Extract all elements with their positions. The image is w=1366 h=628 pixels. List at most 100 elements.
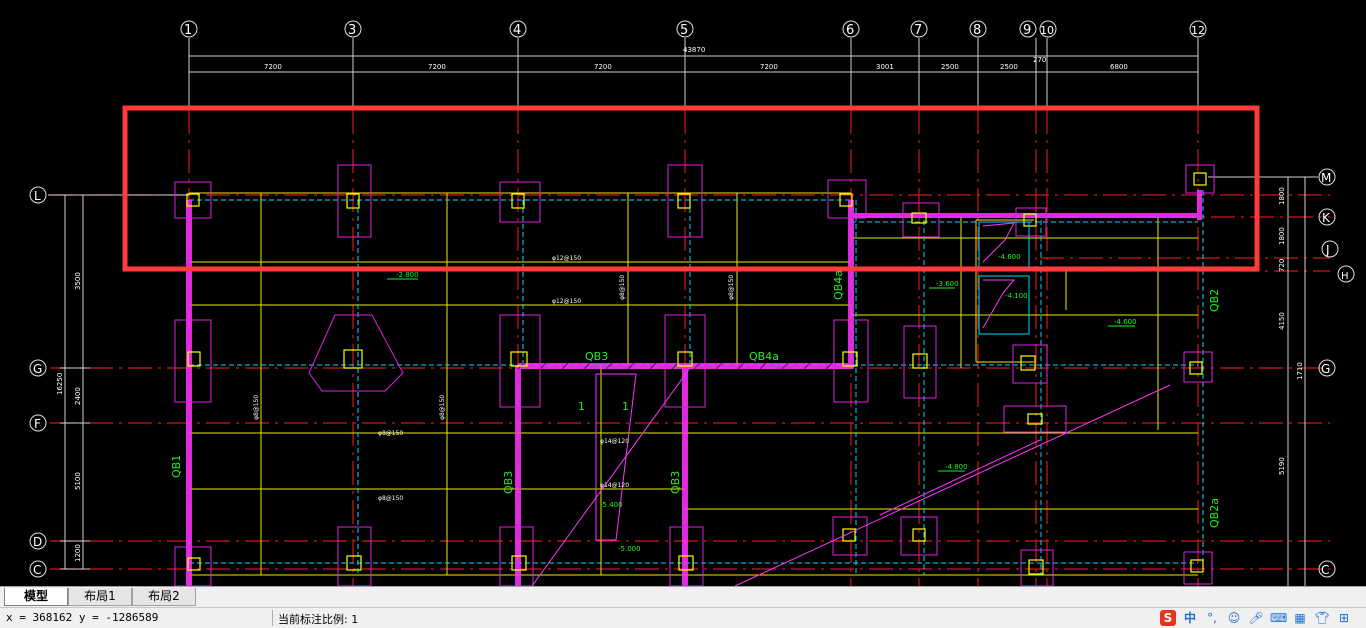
- axis-letter: C: [1321, 563, 1329, 577]
- section-mark: 1: [622, 400, 629, 413]
- elevation: -4.800: [945, 463, 968, 471]
- dim: 270: [1033, 56, 1046, 64]
- beam-label: QB4a: [832, 270, 845, 300]
- beam-label: QB3: [585, 350, 608, 363]
- elevation: -5.000: [618, 545, 641, 553]
- rebar-note: φ8@150: [439, 395, 446, 420]
- annotation-scale-label[interactable]: 当前标注比例: 1: [278, 611, 358, 627]
- highlight-box: [122, 105, 1260, 272]
- axis-letter: L: [34, 189, 41, 203]
- tab-layout1[interactable]: 布局1: [68, 588, 132, 606]
- rebar-note: φ14@120: [600, 438, 629, 445]
- right-dimension-text: 1800 1800 720 4150 1710 5190: [1278, 187, 1304, 475]
- axis-number: 5: [680, 23, 688, 38]
- axis-letter: C: [33, 563, 41, 577]
- axis-letter: K: [1322, 211, 1331, 225]
- axis-letter: H: [1341, 271, 1349, 282]
- right-dimension-lines: [1208, 176, 1318, 586]
- dim: 5100: [74, 472, 82, 490]
- punctuation-icon[interactable]: °,: [1204, 610, 1220, 626]
- dim: 1710: [1296, 362, 1304, 380]
- elevation-marks: -2.800 -3.600 -4.600 -4.100 -4.600 -5.40…: [387, 253, 1137, 553]
- rebar-note: φ12@150: [552, 298, 581, 305]
- skin-icon[interactable]: 👕︎: [1314, 610, 1330, 626]
- dim: 7200: [428, 63, 446, 71]
- axis-number: 7: [914, 23, 922, 38]
- status-bar: x = 368162 y = -1286589 当前标注比例: 1 S 中 °,…: [0, 607, 1366, 628]
- tab-model[interactable]: 模型: [4, 588, 68, 606]
- rebar-note: φ8@150: [728, 275, 735, 300]
- column-pedestals: [174, 164, 1215, 586]
- rebar-note: φ8@150: [619, 275, 626, 300]
- cursor-coordinates: x = 368162 y = -1286589: [6, 611, 159, 624]
- dim: 4150: [1278, 312, 1286, 330]
- axis-letter: M: [1321, 171, 1331, 185]
- grid-menu-icon[interactable]: ⊞: [1336, 610, 1352, 626]
- elevation: -4.100: [1005, 292, 1028, 300]
- axis-number: 12: [1191, 24, 1205, 37]
- elevation: -2.800: [396, 271, 419, 279]
- dim: 2500: [941, 63, 959, 71]
- dim: 5190: [1278, 457, 1286, 475]
- dim: 720: [1278, 259, 1286, 272]
- beam-label: QB2a: [1208, 498, 1221, 528]
- tab-layout2[interactable]: 布局2: [132, 588, 196, 606]
- emoji-icon[interactable]: ☺: [1226, 610, 1242, 626]
- axis-number: 1: [184, 23, 192, 38]
- axis-letter: D: [33, 535, 42, 549]
- beam-label: QB1: [170, 455, 183, 478]
- axis-number: 8: [973, 23, 981, 38]
- cyan-lines: [189, 190, 1204, 575]
- cyan-boxes: [978, 221, 1030, 335]
- dim: 1800: [1278, 187, 1286, 205]
- beam-label: QB3: [502, 471, 515, 494]
- toolbox-icon[interactable]: ▦: [1292, 610, 1308, 626]
- axis-letter: F: [34, 417, 41, 431]
- dim: 1200: [74, 544, 82, 562]
- elevation: -5.400: [600, 501, 623, 509]
- dimension-text-top: 43870 7200 7200 7200 7200 3001 2500 2500…: [264, 46, 1128, 71]
- dim: 1800: [1278, 227, 1286, 245]
- dim: 6800: [1110, 63, 1128, 71]
- status-separator: [272, 610, 273, 626]
- axis-bubbles-right: M K J H G C: [1318, 168, 1355, 578]
- elevation: -3.600: [936, 280, 959, 288]
- axis-bubbles-left: L G F D C: [29, 186, 47, 578]
- overall-dim: 43870: [683, 46, 705, 54]
- microphone-icon[interactable]: 🎤︎: [1248, 610, 1264, 626]
- axis-number: 4: [513, 23, 521, 38]
- elevation: -4.600: [998, 253, 1021, 261]
- rebar-notes: φ12@150 φ12@150 φ8@150 φ8@150 φ8@150 φ8@…: [253, 255, 735, 502]
- ime-toolbar: S 中 °, ☺ 🎤︎ ⌨ ▦ 👕︎ ⊞: [1160, 608, 1352, 628]
- dim: 3001: [876, 63, 894, 71]
- keyboard-icon[interactable]: ⌨: [1270, 610, 1287, 626]
- elevation: -4.600: [1114, 318, 1137, 326]
- rebar-note: φ8@150: [378, 430, 403, 437]
- dim: 3500: [74, 272, 82, 290]
- axis-letter: G: [1321, 362, 1330, 376]
- chinese-mode-icon[interactable]: 中: [1182, 610, 1198, 626]
- axis-bubbles-top: 1 3 4 5 6 7 8 9 10 12: [180, 20, 1207, 38]
- beam-label: QB4a: [749, 350, 779, 363]
- axis-number: 10: [1040, 24, 1054, 37]
- dim: 16250: [56, 373, 64, 395]
- section-mark: 1: [578, 400, 585, 413]
- left-dimension-lines: [48, 194, 189, 570]
- dim: 2500: [1000, 63, 1018, 71]
- rebar-note: φ8@150: [378, 495, 403, 502]
- axis-letter: G: [33, 362, 42, 376]
- rebar-note: φ14@120: [600, 482, 629, 489]
- cad-drawing-canvas[interactable]: 1 3 4 5 6 7 8 9 10 12 43870 7200 7200 72…: [0, 0, 1366, 586]
- left-dimension-text: 16250 3500 2400 5100 1200: [56, 272, 82, 562]
- sogou-logo-icon[interactable]: S: [1160, 610, 1176, 626]
- beam-label: QB3: [669, 471, 682, 494]
- column-cores: [186, 172, 1207, 575]
- rebar-note: φ8@150: [253, 395, 260, 420]
- dim: 7200: [594, 63, 612, 71]
- axis-number: 6: [846, 23, 854, 38]
- dim: 7200: [264, 63, 282, 71]
- rebar-note: φ12@150: [552, 255, 581, 262]
- axis-letter: J: [1325, 243, 1330, 257]
- axis-number: 9: [1023, 23, 1031, 38]
- axis-number: 3: [348, 23, 356, 38]
